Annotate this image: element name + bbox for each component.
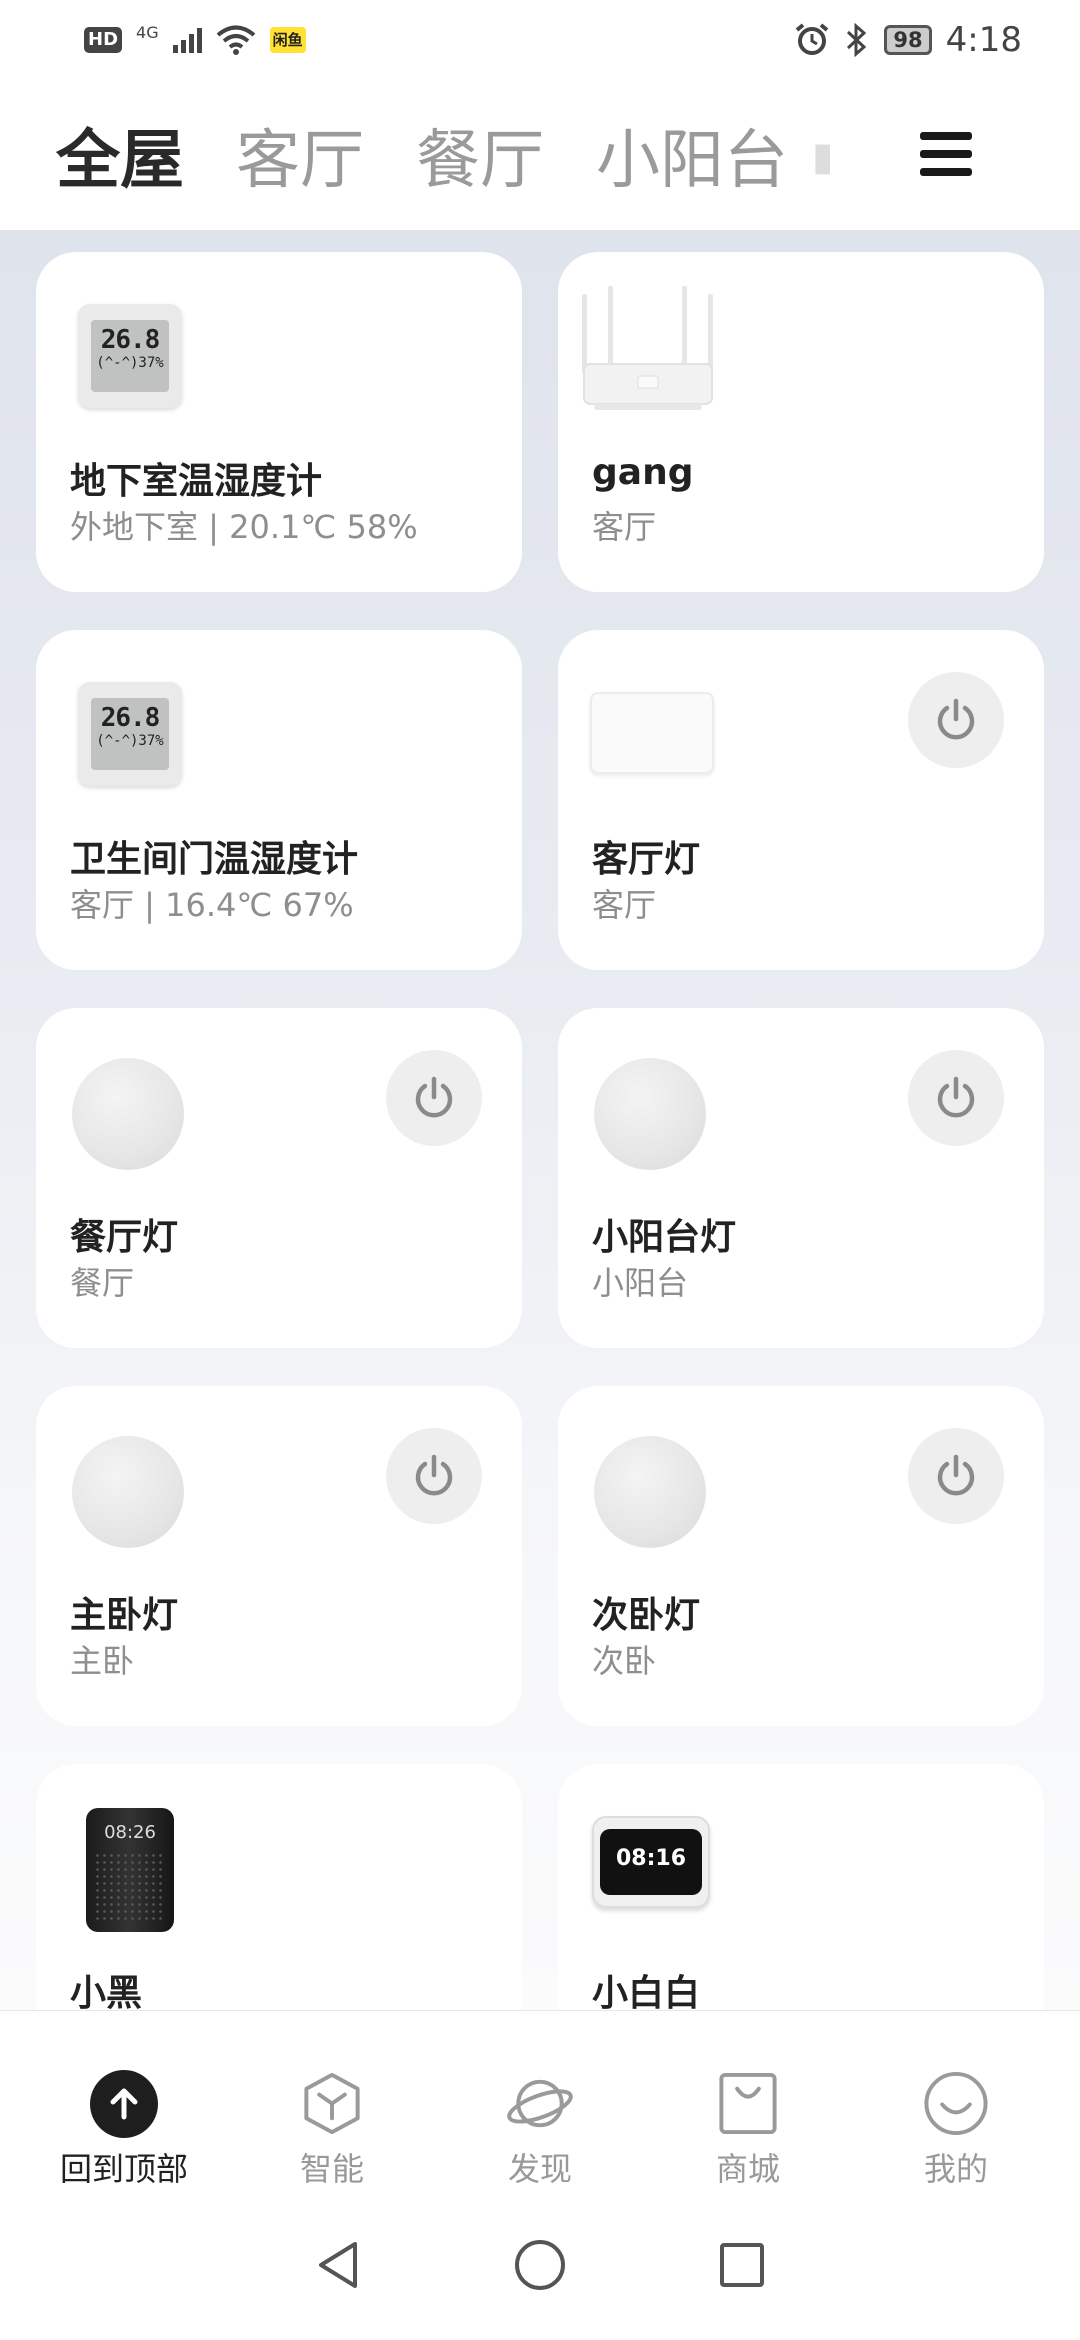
power-button[interactable] — [386, 1428, 482, 1524]
tab-small-balcony[interactable]: 小阳台 — [596, 109, 788, 201]
tab-living-room[interactable]: 客厅 — [236, 109, 364, 201]
ceiling-light-icon — [594, 1058, 706, 1170]
device-name: 客厅灯 — [592, 839, 701, 880]
power-button[interactable] — [908, 1050, 1004, 1146]
device-room: 客厅 — [592, 886, 657, 924]
arrow-up-icon — [90, 2069, 158, 2138]
device-room: 客厅 | 16.4℃ 67% — [70, 886, 354, 924]
power-button[interactable] — [908, 1428, 1004, 1524]
device-room: 次卧 — [592, 1642, 657, 1680]
device-name: 小黑 — [70, 1973, 143, 2010]
device-room: 外地下室 | 20.1℃ 58% — [70, 508, 418, 546]
panel-light-icon — [590, 692, 714, 774]
power-icon — [937, 1454, 975, 1496]
menu-icon[interactable] — [920, 132, 972, 176]
device-card[interactable]: 26.8 (^-^)37% 地下室温湿度计 外地下室 | 20.1℃ 58% — [36, 252, 522, 592]
tab-dining-room[interactable]: 餐厅 — [416, 109, 544, 201]
power-icon — [937, 698, 975, 740]
nav-label: 商城 — [715, 2150, 780, 2188]
clock-time: 4:18 — [945, 20, 1022, 60]
smart-speaker-icon: 08:26 — [86, 1808, 174, 1932]
device-room: 主卧 — [70, 1642, 135, 1680]
back-icon[interactable] — [313, 2238, 363, 2292]
room-tabs: 全屋 客厅 餐厅 小阳台 ▪ — [0, 80, 1080, 230]
nav-back-to-top[interactable]: 回到顶部 — [34, 2011, 214, 2190]
app-notification-badge: 闲鱼 — [269, 27, 306, 53]
network-type: 4G — [136, 22, 159, 42]
bluetooth-icon — [847, 22, 867, 58]
device-card[interactable]: 08:26 小黑 — [36, 1764, 522, 2010]
smart-clock-icon: 08:16 — [592, 1816, 710, 1908]
tab-whole-house[interactable]: 全屋 — [56, 109, 184, 201]
device-card[interactable]: gang 客厅 — [558, 252, 1044, 592]
device-name: 小阳台灯 — [592, 1217, 737, 1258]
device-name: 主卧灯 — [70, 1595, 179, 1636]
ceiling-light-icon — [72, 1058, 184, 1170]
device-card[interactable]: 客厅灯 客厅 — [558, 630, 1044, 970]
tab-overflow-fade: ▪ — [810, 120, 830, 190]
status-bar: HD 4G 闲鱼 98 4:18 — [0, 0, 1080, 80]
power-icon — [415, 1454, 453, 1496]
planet-icon — [507, 2079, 573, 2128]
nav-discover[interactable]: 发现 — [450, 2011, 630, 2190]
device-name: 小白白 — [592, 1973, 701, 2010]
nav-mall[interactable]: 商城 — [658, 2011, 838, 2190]
device-list: 26.8 (^-^)37% 地下室温湿度计 外地下室 | 20.1℃ 58% g… — [0, 230, 1080, 2010]
device-card[interactable]: 小阳台灯 小阳台 — [558, 1008, 1044, 1348]
ceiling-light-icon — [594, 1436, 706, 1548]
device-room: 小阳台 — [592, 1264, 689, 1302]
device-card[interactable]: 餐厅灯 餐厅 — [36, 1008, 522, 1348]
power-icon — [415, 1076, 453, 1118]
battery-indicator: 98 — [884, 25, 932, 55]
recents-icon[interactable] — [717, 2240, 767, 2290]
device-name: gang — [592, 452, 694, 493]
device-name: 次卧灯 — [592, 1595, 701, 1636]
device-name: 餐厅灯 — [70, 1217, 179, 1258]
power-button[interactable] — [908, 672, 1004, 768]
smile-icon — [924, 2071, 988, 2136]
nav-label: 回到顶部 — [59, 2150, 188, 2188]
shopping-bag-icon — [719, 2072, 777, 2135]
device-name: 卫生间门温湿度计 — [70, 839, 359, 880]
nav-label: 发现 — [507, 2150, 572, 2188]
thermometer-icon: 26.8 (^-^)37% — [78, 682, 182, 786]
device-card[interactable]: 26.8 (^-^)37% 卫生间门温湿度计 客厅 | 16.4℃ 67% — [36, 630, 522, 970]
nav-label: 我的 — [923, 2150, 988, 2188]
system-nav-bar — [0, 2190, 1080, 2340]
alarm-icon — [796, 23, 829, 55]
bottom-nav: 回到顶部 智能 发现 商城 我的 — [0, 2010, 1080, 2190]
wifi-icon — [216, 25, 255, 55]
nav-label: 智能 — [299, 2150, 364, 2188]
device-room: 餐厅 — [70, 1264, 135, 1302]
thermometer-icon: 26.8 (^-^)37% — [78, 304, 182, 408]
cube-icon — [304, 2072, 360, 2135]
device-room: 客厅 — [592, 508, 657, 546]
nav-smart[interactable]: 智能 — [242, 2011, 422, 2190]
signal-icon — [172, 27, 202, 53]
hd-indicator: HD — [84, 27, 123, 53]
power-button[interactable] — [386, 1050, 482, 1146]
ceiling-light-icon — [72, 1436, 184, 1548]
device-card[interactable]: 次卧灯 次卧 — [558, 1386, 1044, 1726]
device-name: 地下室温湿度计 — [70, 461, 323, 502]
home-icon[interactable] — [513, 2238, 567, 2292]
nav-mine[interactable]: 我的 — [866, 2011, 1046, 2190]
device-card[interactable]: 主卧灯 主卧 — [36, 1386, 522, 1726]
router-icon — [582, 286, 713, 410]
power-icon — [937, 1076, 975, 1118]
device-card[interactable]: 08:16 小白白 — [558, 1764, 1044, 2010]
